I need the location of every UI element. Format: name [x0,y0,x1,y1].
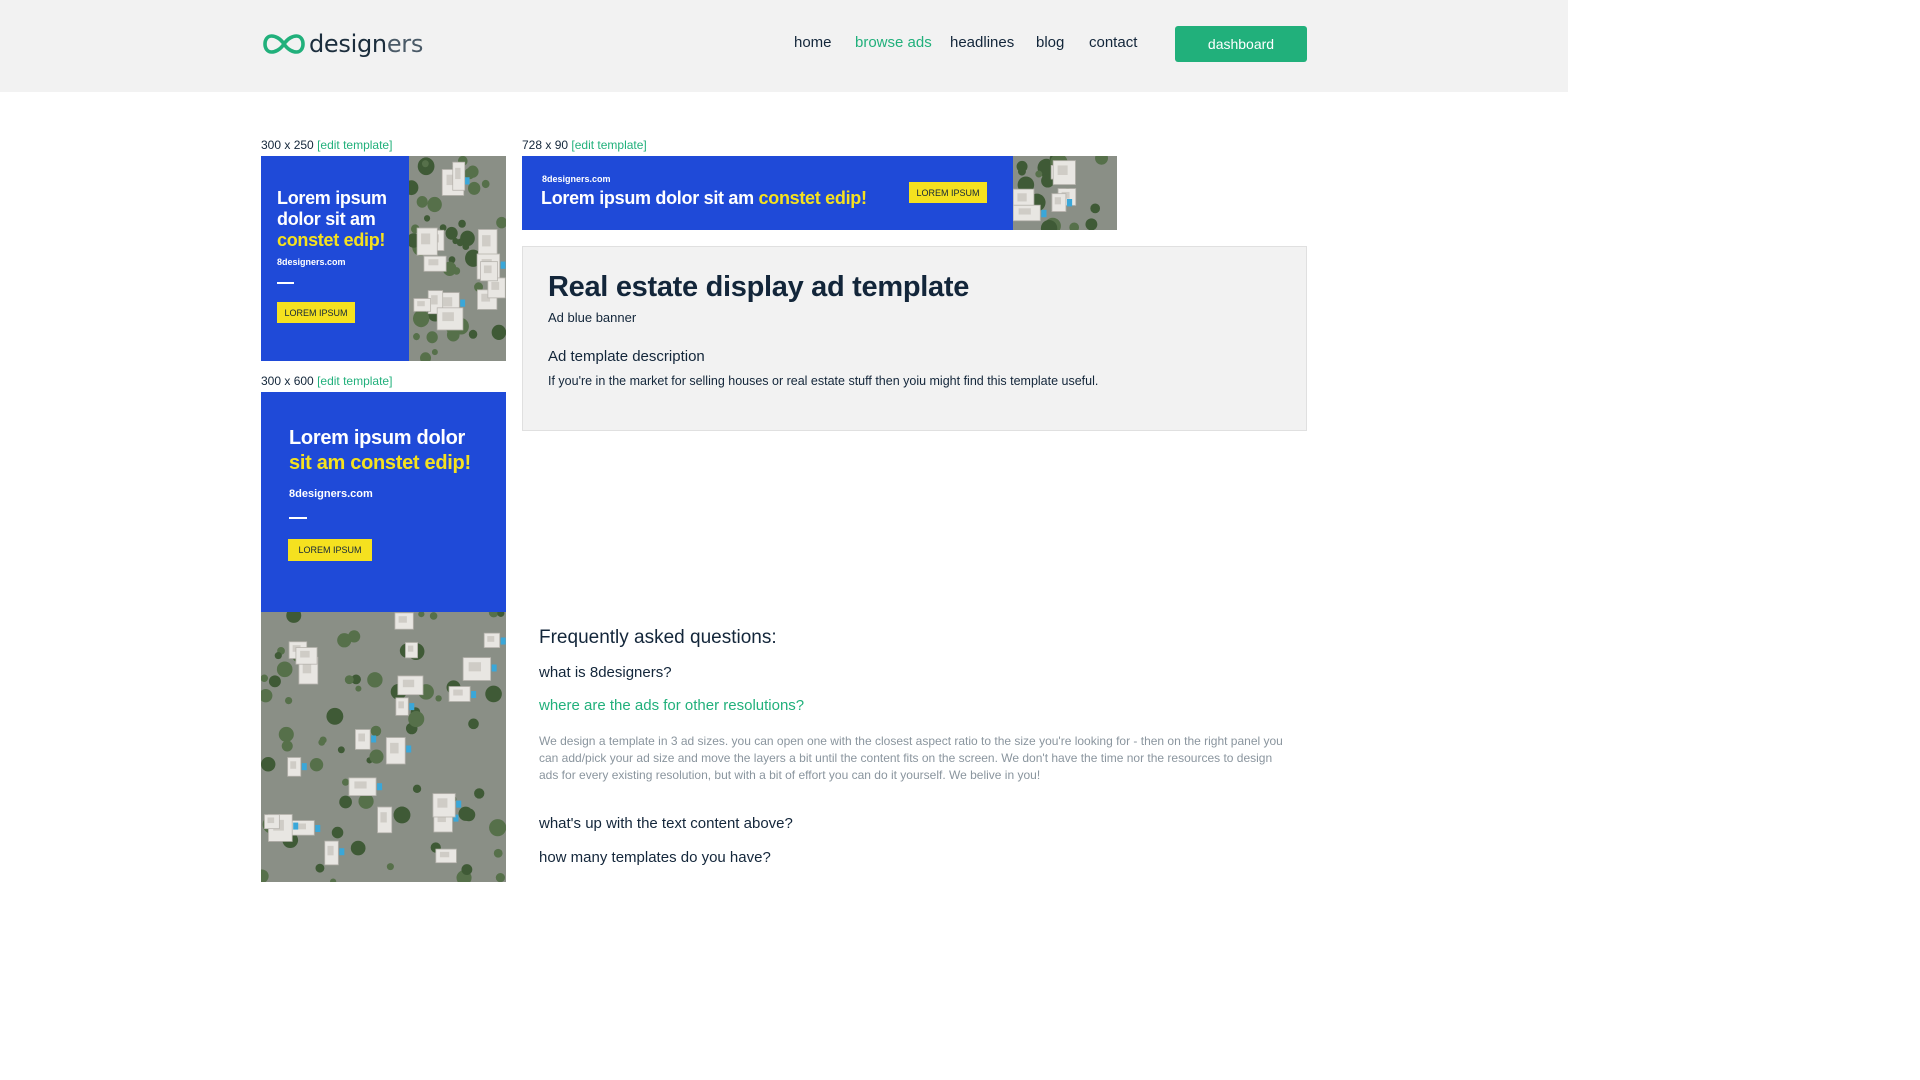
site-logo[interactable]: designers [263,28,423,60]
edit-template-link-300x600[interactable]: [edit template] [317,374,392,388]
ad-site-url: 8designers.com [542,174,611,184]
ad-headline: Lorem ipsum dolor sit am constet edip! [541,188,867,208]
template-details-card: Real estate display ad template Ad blue … [522,246,1307,431]
template-title: Real estate display ad template [548,271,970,303]
ad-divider [277,282,294,284]
size-label-300x600: 300 x 600 [edit template] [261,374,392,388]
faq-question-open[interactable]: where are the ads for other resolutions? [539,697,804,714]
ad-divider [289,517,307,519]
ad-site-url: 8designers.com [289,488,373,500]
size-text: 728 x 90 [522,138,569,152]
faq-heading: Frequently asked questions: [539,627,777,648]
dashboard-button[interactable]: dashboard [1175,26,1307,62]
ad-cta-button: LOREM IPSUM [288,539,372,561]
edit-template-link-300x250[interactable]: [edit template] [317,138,392,152]
aerial-houses-image [409,156,506,361]
faq-question[interactable]: what is 8designers? [539,664,672,681]
ad-headline: Lorem ipsum dolor sit am constet edip! [277,188,387,250]
ad-site-url: 8designers.com [277,257,346,267]
logo-wordmark: designers [309,30,424,58]
faq-answer: We design a template in 3 ad sizes. you … [539,734,1283,782]
faq-question[interactable]: what's up with the text content above? [539,815,793,832]
ad-preview-300x250[interactable]: Lorem ipsum dolor sit am constet edip! 8… [261,156,506,361]
aerial-houses-image [261,612,506,882]
ad-headline: Lorem ipsum dolor sit am constet edip! [289,427,471,474]
aerial-houses-image [1013,156,1117,230]
template-subtitle: Ad blue banner [548,310,637,325]
size-label-728x90: 728 x 90 [edit template] [522,138,647,152]
size-label-300x250: 300 x 250 [edit template] [261,138,392,152]
ad-preview-300x600[interactable]: Lorem ipsum dolor sit am constet edip! 8… [261,392,506,882]
site-header: designers home browse ads headlines blog… [0,0,1568,92]
size-text: 300 x 250 [261,138,314,152]
nav-blog[interactable]: blog [1036,34,1064,51]
faq-question[interactable]: how many templates do you have? [539,849,771,866]
ad-cta-button: LOREM IPSUM [277,302,355,323]
infinity-logo-icon [263,34,305,54]
nav-headlines[interactable]: headlines [950,34,1014,51]
nav-contact[interactable]: contact [1089,34,1137,51]
nav-home[interactable]: home [794,34,832,51]
nav-browse-ads[interactable]: browse ads [855,34,932,51]
ad-cta-button: LOREM IPSUM [909,182,987,203]
description-heading: Ad template description [548,348,705,365]
edit-template-link-728x90[interactable]: [edit template] [571,138,646,152]
description-text: If you're in the market for selling hous… [548,374,1099,388]
size-text: 300 x 600 [261,374,314,388]
ad-preview-728x90[interactable]: 8designers.com Lorem ipsum dolor sit am … [522,156,1117,230]
